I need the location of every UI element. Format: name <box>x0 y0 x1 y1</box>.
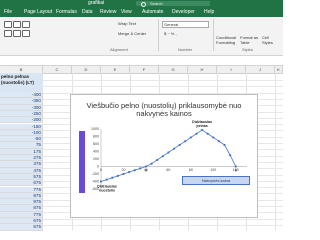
column-header[interactable]: B <box>0 66 43 73</box>
data-label: 0 <box>145 169 147 173</box>
y-tick-label: -200 <box>92 172 99 176</box>
group-styles-label: Styles <box>242 47 253 52</box>
tab-page-layout[interactable]: Page Layout <box>24 7 52 17</box>
align-middle-icon[interactable] <box>13 21 21 28</box>
data-label: pelnas <box>196 124 207 128</box>
gridline <box>43 80 283 81</box>
data-point <box>229 154 232 157</box>
data-point <box>122 172 125 176</box>
data-point <box>200 128 204 132</box>
align-center-icon[interactable] <box>13 30 21 37</box>
data-point <box>133 169 136 172</box>
tab-view[interactable]: View <box>121 7 132 17</box>
column-header[interactable]: F <box>130 66 159 73</box>
tab-developer[interactable]: Developer <box>172 7 195 17</box>
data-point <box>206 132 209 135</box>
tab-data[interactable]: Data <box>82 7 93 17</box>
tab-review[interactable]: Review <box>100 7 116 17</box>
tab-help[interactable]: Help <box>204 7 214 17</box>
tab-file[interactable]: File <box>4 7 12 17</box>
gridline <box>43 224 283 226</box>
y-tick-label: 200 <box>93 157 99 161</box>
chart[interactable]: Viešbučio pelno (nuostolių) priklausomyb… <box>70 94 258 218</box>
format-as-table-button[interactable]: Format as Table <box>240 35 260 45</box>
group-number-label: Number <box>178 47 193 52</box>
column-header[interactable]: K <box>275 66 283 73</box>
data-point <box>217 140 221 143</box>
x-tick-label: 100 <box>210 168 216 172</box>
data-point <box>189 136 192 139</box>
y-tick-label: -400 <box>92 180 99 184</box>
tab-formulas[interactable]: Formulas <box>56 7 77 17</box>
x-tick-label: 20 <box>121 168 125 172</box>
y-tick-label: 0 <box>97 165 99 169</box>
data-point <box>111 176 114 179</box>
series-line <box>100 129 237 182</box>
column-b-header-cell[interactable]: pelno pelnas (nuostolis) (LT) <box>0 73 43 93</box>
column-header[interactable]: D <box>72 66 101 73</box>
ribbon-separator <box>158 19 159 51</box>
conditional-formatting-button[interactable]: Conditional Formatting <box>216 35 238 45</box>
data-point <box>144 165 148 168</box>
column-header[interactable]: G <box>159 66 188 73</box>
data-label: nuostolis <box>99 189 115 193</box>
column-header[interactable]: C <box>43 66 72 73</box>
column-header[interactable]: I <box>217 66 246 73</box>
search-placeholder: Search <box>150 1 163 6</box>
data-point <box>161 155 164 158</box>
gridline <box>43 218 283 220</box>
search-box[interactable]: Search <box>136 1 210 7</box>
column-header[interactable]: E <box>101 66 130 73</box>
data-point <box>172 147 176 150</box>
data-point <box>127 171 131 174</box>
x-axis-label[interactable]: Nakvynės kaina <box>182 176 250 185</box>
x-tick-label: 80 <box>189 168 193 172</box>
align-top-icon[interactable] <box>4 21 12 28</box>
data-point <box>156 158 159 162</box>
cell-styles-button[interactable]: Cell Styles <box>262 35 280 45</box>
data-point <box>195 132 198 135</box>
ribbon-separator <box>213 19 214 51</box>
data-point <box>167 151 170 154</box>
number-format-dropdown[interactable]: General <box>162 21 209 28</box>
column-b-header-text: pelno pelnas (nuostolis) (LT) <box>1 74 35 85</box>
wrap-text-button[interactable]: Wrap Text <box>118 21 136 26</box>
x-tick-label: 0 <box>100 168 102 172</box>
y-tick-label: 1000 <box>91 127 99 131</box>
x-tick-label: 60 <box>166 168 170 172</box>
window-title: grafikai <box>88 0 105 6</box>
merge-center-button[interactable]: Merge & Center <box>118 31 146 36</box>
data-point <box>105 178 108 181</box>
align-left-icon[interactable] <box>4 30 12 37</box>
formula-bar[interactable] <box>0 56 283 66</box>
y-tick-label: 400 <box>93 150 99 154</box>
gridline <box>43 86 283 87</box>
indent-icon[interactable] <box>22 30 30 37</box>
ribbon-tabs: File Page Layout Formulas Data Review Vi… <box>0 7 283 17</box>
title-bar: grafikai Search <box>0 0 283 7</box>
y-tick-label: 600 <box>93 142 99 146</box>
orientation-icon[interactable] <box>22 21 30 28</box>
currency-icon[interactable]: $ ~ % , <box>164 31 177 36</box>
data-point <box>178 143 181 147</box>
data-point <box>184 140 187 143</box>
data-label: 0 <box>235 169 237 173</box>
tab-automate[interactable]: Automate <box>142 7 163 17</box>
data-point <box>234 165 237 168</box>
column-header[interactable]: H <box>188 66 217 73</box>
chart-plot: -600-400-200020040060080010000 20 40 60 80 10… <box>91 120 247 193</box>
data-point <box>139 167 142 170</box>
y-tick-label: 800 <box>93 135 99 139</box>
y-axis-label[interactable] <box>79 131 85 193</box>
data-point <box>212 136 215 139</box>
data-point <box>223 143 226 147</box>
ribbon: Wrap Text Merge & Center Alignment Gener… <box>0 17 283 56</box>
data-point <box>99 180 103 183</box>
data-point <box>116 174 119 177</box>
data-point <box>150 162 153 165</box>
group-alignment-label: Alignment <box>110 47 128 52</box>
cell-b[interactable]: 575 <box>0 224 43 231</box>
column-header[interactable]: J <box>246 66 275 73</box>
